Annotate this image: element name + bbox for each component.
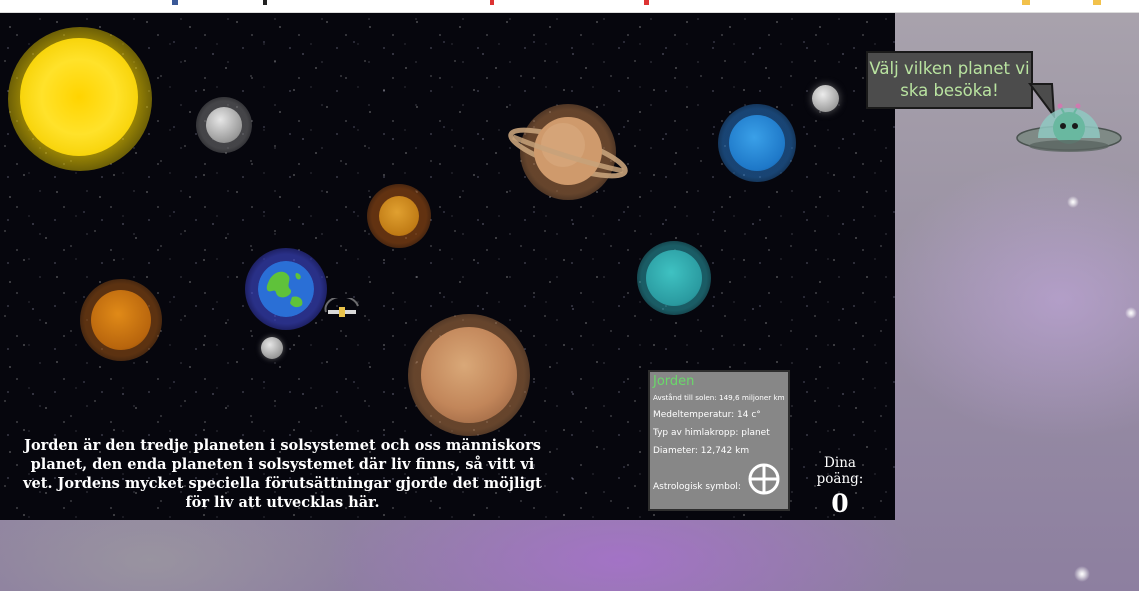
score-value: 0 xyxy=(831,489,849,518)
bookmark-favicon[interactable] xyxy=(172,0,178,5)
alien-ufo-icon xyxy=(1016,103,1122,152)
planet-info-diameter: Diameter: 12,742 km xyxy=(653,446,750,456)
guide-speech-text: Välj vilken planet vi ska besöka! xyxy=(869,59,1030,100)
bookmark-favicon[interactable] xyxy=(1093,0,1101,5)
sparkle xyxy=(1067,196,1079,208)
planet-mercury[interactable] xyxy=(206,107,242,143)
planet-description: Jorden är den tredje planeten i solsyste… xyxy=(23,437,542,511)
planet-neptune[interactable] xyxy=(646,250,702,306)
score-panel: Dina poäng: 0 xyxy=(800,455,880,518)
planet-info-title: Jorden xyxy=(653,374,695,389)
bookmark-favicon[interactable] xyxy=(644,0,649,5)
sparkle xyxy=(1074,566,1090,582)
planet-earth[interactable] xyxy=(258,261,314,317)
planet-mars[interactable] xyxy=(91,290,151,350)
bookmark-favicon[interactable] xyxy=(263,0,267,5)
earth-symbol-icon xyxy=(748,463,780,495)
satellite-icon[interactable] xyxy=(322,298,362,328)
planet-saturn[interactable] xyxy=(505,115,631,191)
planet-jupiter[interactable] xyxy=(421,327,517,423)
guide-speech-bubble: Välj vilken planet vi ska besöka! xyxy=(866,51,1033,109)
planet-venus[interactable] xyxy=(379,196,419,236)
planet-info-temperature: Medeltemperatur: 14 c° xyxy=(653,410,761,420)
moon[interactable] xyxy=(261,337,283,359)
planet-info-astro-label: Astrologisk symbol: xyxy=(653,482,741,492)
bookmark-favicon[interactable] xyxy=(490,0,494,5)
planet-info-panel: Jorden Avstånd till solen: 149,6 miljone… xyxy=(648,370,790,511)
browser-bookmark-bar xyxy=(0,0,1139,13)
planet-uranus[interactable] xyxy=(729,115,785,171)
planet-pluto[interactable] xyxy=(812,85,839,112)
score-label: Dina poäng: xyxy=(816,455,864,487)
planet-info-distance: Avstånd till solen: 149,6 miljoner km xyxy=(653,393,785,402)
sparkle xyxy=(1125,307,1137,319)
bookmark-favicon[interactable] xyxy=(1022,0,1030,5)
planet-info-type: Typ av himlakropp: planet xyxy=(653,428,770,438)
sun[interactable] xyxy=(20,38,138,156)
